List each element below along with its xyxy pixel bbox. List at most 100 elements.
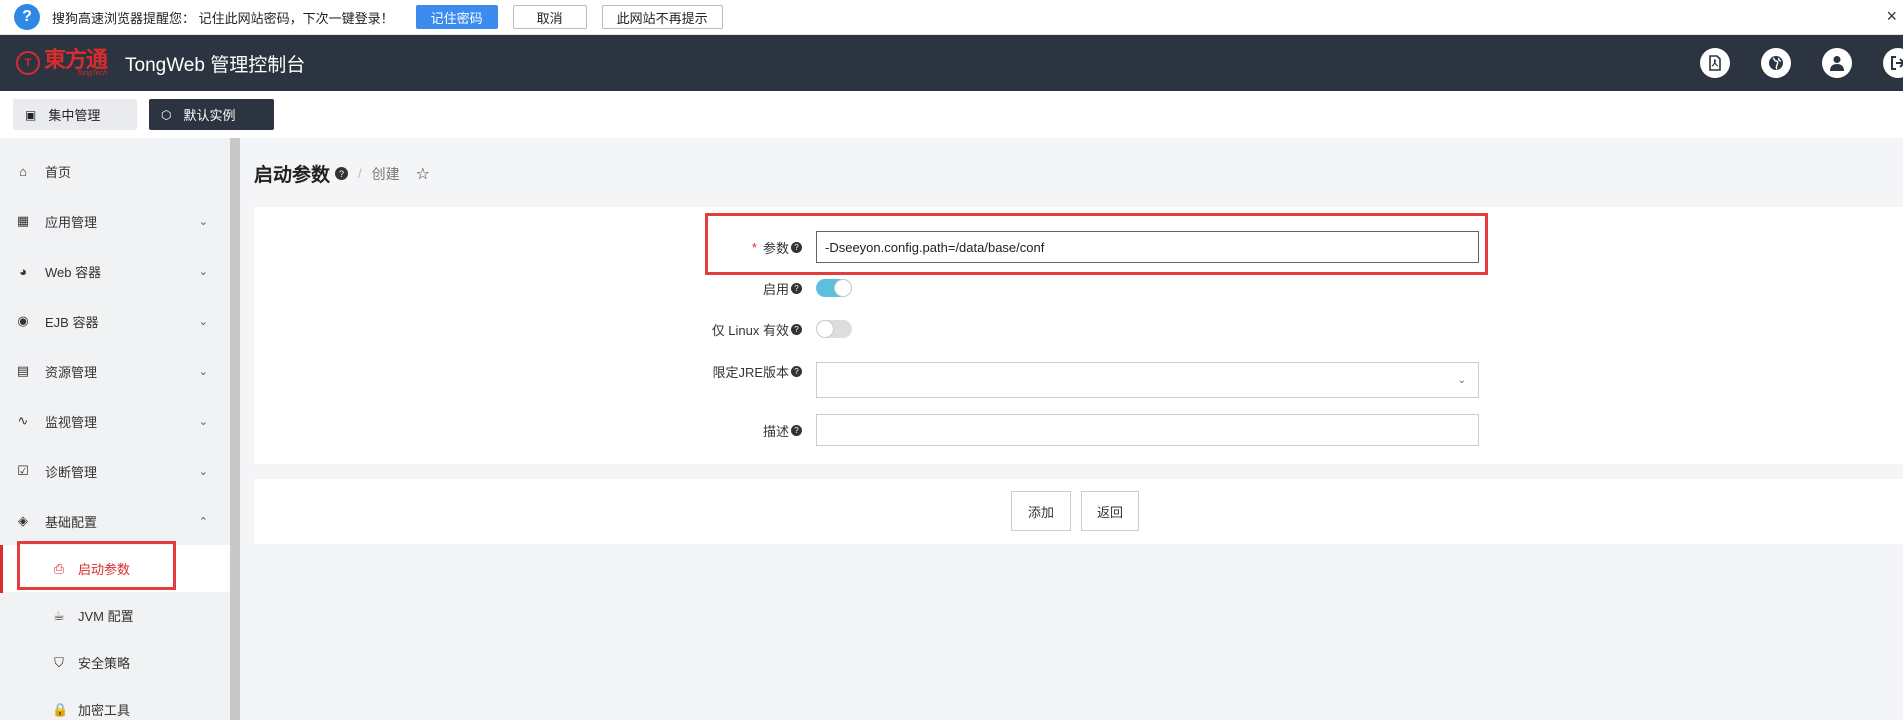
sidebar-item-label: JVM 配置 xyxy=(78,609,134,624)
sidebar-item-label: 安全策略 xyxy=(78,656,131,671)
tab-default-instance[interactable]: ⬡ 默认实例 xyxy=(149,99,274,130)
sidebar-item-label: 应用管理 xyxy=(45,214,98,230)
form-row-enabled: 启用 ? xyxy=(254,279,1903,297)
globe-icon[interactable] xyxy=(1761,48,1791,78)
user-icon[interactable] xyxy=(1822,48,1852,78)
sidebar-item-web-container[interactable]: ◕ Web 容器 ⌄ xyxy=(0,246,230,296)
app-title: TongWeb 管理控制台 xyxy=(125,54,306,76)
chevron-down-icon: ⌄ xyxy=(198,215,208,228)
page-title: 启动参数 xyxy=(254,165,331,186)
help-icon[interactable]: ? xyxy=(791,323,802,335)
back-button[interactable]: 返回 xyxy=(1081,491,1139,531)
jre-label-text: 限定JRE版本 xyxy=(712,365,789,380)
key-icon: ? xyxy=(14,4,40,30)
help-icon[interactable]: ? xyxy=(791,366,802,377)
layers-icon: ◈ xyxy=(18,513,28,528)
sidebar-item-label: EJB 容器 xyxy=(45,314,99,330)
form-row-linux-only: 仅 Linux 有效 ? xyxy=(254,320,1903,338)
close-icon[interactable]: × xyxy=(1886,6,1897,27)
logout-icon[interactable] xyxy=(1883,48,1903,78)
chevron-down-icon: ⌄ xyxy=(1457,374,1466,386)
logo-text: 東方通 xyxy=(44,46,108,73)
app-header: T 東方通 TongTech TongWeb 管理控制台 xyxy=(0,35,1903,91)
logo: T 東方通 TongTech xyxy=(16,46,108,77)
chevron-up-icon: ⌃ xyxy=(198,515,208,528)
globe-icon: ◕ xyxy=(19,263,27,279)
password-bar-message: 搜狗高速浏览器提醒您： 记住此网站密码，下次一键登录！ xyxy=(52,10,394,26)
description-label-text: 描述 xyxy=(762,423,789,439)
sidebar-item-label: 监视管理 xyxy=(45,414,98,430)
sidebar-item-resources[interactable]: ▤ 资源管理 ⌄ xyxy=(0,346,230,396)
form-row-jre: 限定JRE版本 ? ⌄ xyxy=(254,362,1903,398)
linux-only-toggle[interactable] xyxy=(816,320,852,338)
pdf-icon[interactable] xyxy=(1700,48,1730,78)
remember-password-button[interactable]: 记住密码 xyxy=(415,5,498,29)
home-icon: ⌂ xyxy=(19,163,27,179)
password-save-bar: ? 搜狗高速浏览器提醒您： 记住此网站密码，下次一键登录！ 记住密码 取消 此网… xyxy=(0,0,1903,35)
cube-icon: ⬡ xyxy=(161,107,172,122)
sidebar-item-apps[interactable]: ▦ 应用管理 ⌄ xyxy=(0,196,230,246)
sidebar-item-jvm-config[interactable]: ☕ JVM 配置 xyxy=(0,592,230,639)
sidebar-item-label: 资源管理 xyxy=(45,364,98,380)
tab-label: 集中管理 xyxy=(48,108,101,123)
enabled-toggle[interactable] xyxy=(816,279,852,297)
sidebar-item-label: 首页 xyxy=(45,164,72,180)
chevron-down-icon: ⌄ xyxy=(198,315,208,328)
grid-icon: ▦ xyxy=(16,213,30,228)
sidebar-item-diagnostics[interactable]: ☑ 诊断管理 ⌄ xyxy=(0,446,230,496)
enabled-label: 启用 ? xyxy=(763,279,802,298)
sidebar-item-security-policy[interactable]: ⛉ 安全策略 xyxy=(0,639,230,686)
sidebar-item-basic-config[interactable]: ◈ 基础配置 ⌃ xyxy=(0,496,230,546)
chevron-down-icon: ⌄ xyxy=(198,465,208,478)
book-icon: ▤ xyxy=(16,363,30,378)
form-row-description: 描述 ? xyxy=(254,414,1903,446)
tab-central-management[interactable]: ▣ 集中管理 xyxy=(13,99,137,130)
sidebar-item-label: 诊断管理 xyxy=(45,464,98,480)
sidebar-item-encryption-tool[interactable]: 🔒 加密工具 xyxy=(0,686,230,720)
lock-icon: 🔒 xyxy=(52,701,69,717)
add-button[interactable]: 添加 xyxy=(1011,491,1071,531)
sidebar-scrollbar[interactable] xyxy=(230,138,240,720)
chevron-down-icon: ⌄ xyxy=(198,365,208,378)
linux-only-label-text: 仅 Linux 有效 xyxy=(711,322,789,338)
highlight-box xyxy=(705,213,1488,275)
sidebar-item-label: 加密工具 xyxy=(78,703,131,718)
help-icon[interactable]: ? xyxy=(335,167,349,180)
sidebar-item-monitoring[interactable]: ∿ 监视管理 ⌄ xyxy=(0,396,230,446)
active-indicator xyxy=(0,545,3,593)
sidebar-item-label: Web 容器 xyxy=(45,264,102,280)
description-input[interactable] xyxy=(816,414,1479,446)
breadcrumb: 启动参数 ? / 创建 ☆ xyxy=(254,160,430,187)
jre-version-select[interactable]: ⌄ xyxy=(816,362,1479,398)
linux-only-label: 仅 Linux 有效 ? xyxy=(712,320,802,339)
highlight-box xyxy=(17,541,176,590)
sidebar-item-home[interactable]: ⌂ 首页 xyxy=(0,146,230,196)
target-icon: ◉ xyxy=(17,313,29,328)
clipboard-check-icon: ☑ xyxy=(17,463,29,478)
line-chart-icon: ∿ xyxy=(17,413,29,428)
star-icon[interactable]: ☆ xyxy=(416,164,430,184)
chevron-down-icon: ⌄ xyxy=(198,265,208,278)
coffee-icon: ☕ xyxy=(53,607,65,623)
sidebar: ⌂ 首页 ▦ 应用管理 ⌄ ◕ Web 容器 ⌄ ◉ EJB 容器 ⌄ ▤ 资源… xyxy=(0,138,230,720)
sidebar-item-ejb-container[interactable]: ◉ EJB 容器 ⌄ xyxy=(0,296,230,346)
jre-label: 限定JRE版本 ? xyxy=(712,362,802,381)
tab-label: 默认实例 xyxy=(183,108,236,123)
logo-seal: T xyxy=(16,51,40,75)
shield-icon: ⛉ xyxy=(54,654,64,670)
chevron-down-icon: ⌄ xyxy=(198,415,208,428)
action-panel: 添加 返回 xyxy=(254,479,1903,544)
help-icon[interactable]: ? xyxy=(791,282,802,294)
never-prompt-button[interactable]: 此网站不再提示 xyxy=(601,5,723,29)
toggle-knob xyxy=(816,320,834,338)
fullscreen-icon: ▣ xyxy=(25,107,37,122)
description-label: 描述 ? xyxy=(763,421,802,440)
breadcrumb-current: 创建 xyxy=(371,165,400,182)
help-icon[interactable]: ? xyxy=(791,424,802,436)
breadcrumb-separator: / xyxy=(358,166,362,181)
toggle-knob xyxy=(834,279,852,297)
instance-tabs: ▣ 集中管理 ⬡ 默认实例 xyxy=(0,91,1903,138)
cancel-button[interactable]: 取消 xyxy=(512,5,587,29)
enabled-label-text: 启用 xyxy=(762,281,789,297)
sidebar-item-label: 基础配置 xyxy=(45,514,98,530)
